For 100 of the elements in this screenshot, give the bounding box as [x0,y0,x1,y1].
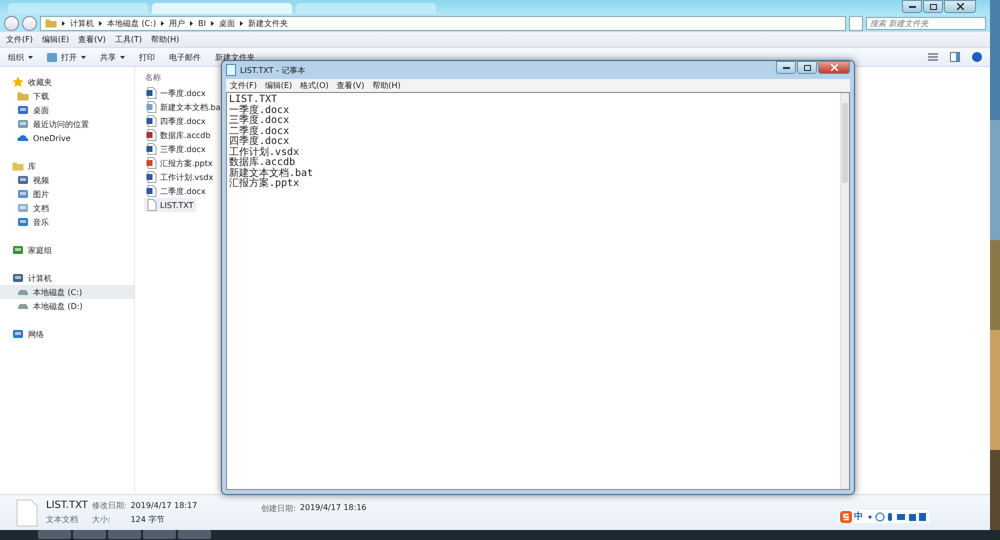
menu-item[interactable]: 文件(F) [6,34,33,45]
preview-pane-icon[interactable] [950,52,960,62]
sidebar-item[interactable]: 最近访问的位置 [0,117,134,131]
breadcrumb[interactable]: BI [198,18,206,28]
detail-label: 大小: [92,514,112,525]
text-line: 四季度.docx [229,137,290,147]
sidebar-item[interactable]: 音乐 [0,215,134,229]
text-line: LIST.TXT [229,95,278,105]
detail-label: 创建日期: [261,503,296,514]
toolbar-button[interactable]: 共享 [100,52,125,62]
folder-icon [12,160,24,172]
minimize-button[interactable] [902,0,922,13]
text-line: 三季度.docx [229,116,290,126]
text-file-icon [146,199,157,211]
breadcrumb[interactable]: 用户 [169,18,186,28]
document-icon [146,87,157,99]
sidebar-item[interactable]: 图片 [0,187,134,201]
scrollbar[interactable] [840,93,849,489]
file-type: 文本文档 [46,514,79,525]
minimize-icon [908,6,916,8]
document-icon [146,171,157,183]
chevron-icon [161,20,164,26]
star-icon [12,76,24,88]
close-icon [956,3,964,10]
address-bar[interactable]: 计算机 本地磁盘 (C:) 用户 BI 桌面 新建文件夹 [40,16,846,30]
menu-item[interactable]: 格式(O) [300,80,329,91]
text-line: 数据库.accdb [229,158,296,168]
document-icon [146,185,157,197]
document-icon [146,129,157,141]
sidebar-item[interactable]: 文档 [0,201,134,215]
file-item[interactable]: 工作计划.vsdx [144,170,216,184]
cloud-icon [17,132,29,144]
file-item[interactable]: 新建文本文档.ba [144,100,223,114]
menu-item[interactable]: 帮助(H) [372,80,401,91]
text-line: 新建文本文档.bat [229,168,314,178]
text-line: 一季度.docx [229,106,290,116]
file-item[interactable]: LIST.TXT [144,198,196,212]
document-icon [146,115,157,127]
sidebar-item[interactable]: 本地磁盘 (C:) [0,285,134,299]
file-item[interactable]: 二季度.docx [144,184,208,198]
maximize-button[interactable] [923,0,943,13]
breadcrumb[interactable]: 新建文件夹 [248,18,288,28]
sidebar-group[interactable]: 收藏夹 [0,75,134,89]
column-header[interactable]: 名称 [144,72,161,86]
sidebar-group[interactable]: 网络 [0,327,134,341]
close-button[interactable] [944,0,976,13]
text-line: 二季度.docx [229,126,290,136]
text-line: 工作计划.vsdx [229,148,300,158]
back-button[interactable] [4,16,19,30]
sidebar-item[interactable]: 视频 [0,173,134,187]
window-title: LIST.TXT - 记事本 [240,64,306,76]
menu-item[interactable]: 查看(V) [78,34,106,45]
detail-value: 2019/4/17 18:16 [300,503,367,514]
notepad-icon [226,64,236,76]
file-item[interactable]: 汇报方案.pptx [144,156,215,170]
forward-button[interactable] [22,16,37,30]
detail-value: 2019/4/17 18:17 [130,501,198,510]
chevron-icon [190,20,194,26]
menu-item[interactable]: 帮助(H) [151,34,180,45]
minimize-button[interactable] [776,61,796,74]
detail-value: 124 字节 [130,514,166,525]
toolbar-button[interactable]: 打印 [139,52,155,62]
sidebar-group[interactable]: 库 [0,159,134,173]
minimize-icon [782,66,790,68]
input-mode[interactable]: 中 [854,510,863,523]
open-icon [47,52,57,62]
document-icon [146,157,157,169]
menu-item[interactable]: 编辑(E) [42,34,70,45]
breadcrumb[interactable]: 本地磁盘 (C:) [107,18,156,28]
close-icon [830,64,838,71]
search-field[interactable]: 搜索 新建文件夹 [866,16,986,30]
toolbar-button[interactable]: 组织 [8,52,33,62]
toolbar-button[interactable]: 打开 [47,52,86,62]
maximize-icon [930,4,936,10]
text-file-icon [16,498,38,526]
menu-item[interactable]: 工具(T) [114,34,142,45]
sidebar-item[interactable]: 桌面 [0,103,134,117]
maximize-icon [804,64,810,70]
ime-toolbar[interactable]: 中 [838,510,929,523]
sidebar-item[interactable]: OneDrive [0,131,134,145]
sidebar-group[interactable]: 计算机 [0,271,134,285]
view-icon[interactable] [928,52,938,62]
file-item[interactable]: 四季度.docx [144,114,208,128]
sidebar-item[interactable]: 下载 [0,89,134,103]
menu-item[interactable]: 文件(F) [230,80,257,91]
menu-item[interactable]: 查看(V) [336,80,364,91]
breadcrumb[interactable]: 桌面 [218,18,235,28]
menu-item[interactable]: 编辑(E) [264,80,292,91]
refresh-button[interactable] [849,16,863,30]
breadcrumb[interactable]: 计算机 [70,18,94,28]
maximize-button[interactable] [797,61,817,74]
toolbar-button[interactable]: 电子邮件 [169,52,201,62]
document-icon [146,101,157,113]
file-item[interactable]: 数据库.accdb [144,128,212,142]
sidebar-group[interactable]: 家庭组 [0,243,134,257]
close-button[interactable] [818,61,850,74]
chevron-icon [240,20,243,26]
file-item[interactable]: 三季度.docx [144,142,208,156]
sidebar-item[interactable]: 本地磁盘 (D:) [0,299,134,313]
file-item[interactable]: 一季度.docx [144,86,208,100]
